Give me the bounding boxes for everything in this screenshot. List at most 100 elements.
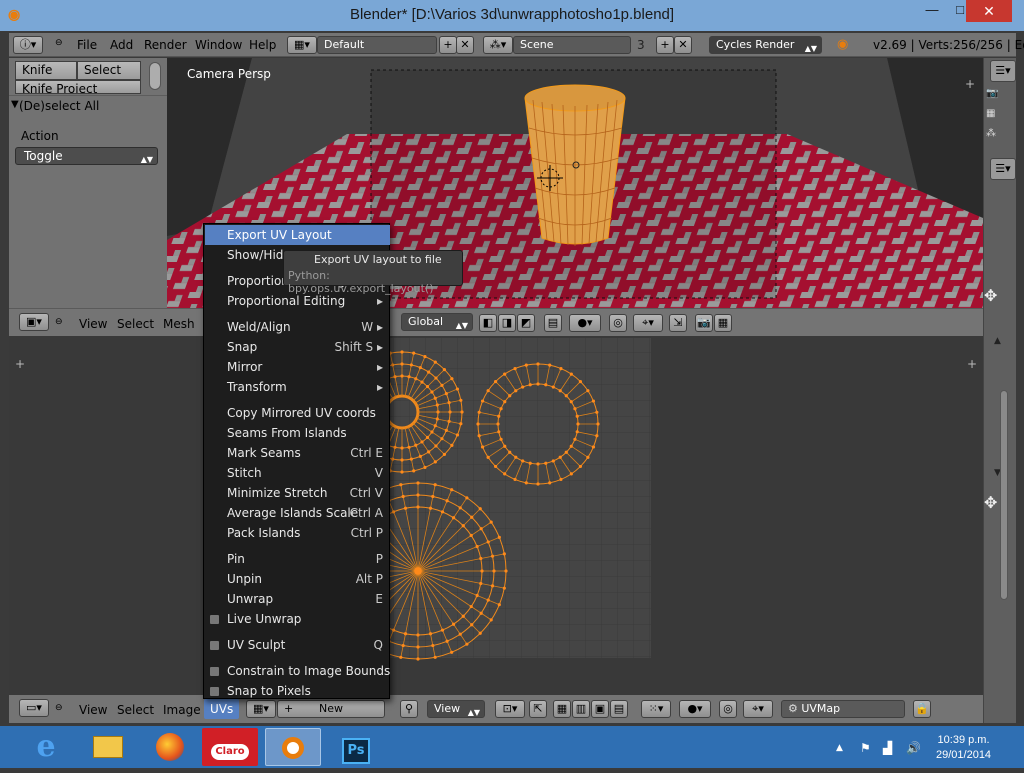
render-tab-icon[interactable]: 📷 [986, 88, 1000, 102]
menu-add[interactable]: Add [110, 38, 133, 52]
snap-target-icon[interactable]: ⇲ [669, 314, 687, 332]
close-button[interactable]: ✕ [966, 0, 1012, 22]
uvs-menu-item[interactable]: Constrain to Image Bounds [205, 661, 390, 681]
uvs-menu-item[interactable]: Snap to Pixels [205, 681, 390, 701]
uv-menu-select[interactable]: Select [117, 703, 154, 717]
firefox-icon[interactable] [142, 728, 198, 766]
checkbox-icon[interactable] [210, 687, 219, 696]
face-select-icon[interactable]: ▣ [591, 700, 609, 718]
scroll-up-icon[interactable]: ▲ [994, 336, 1001, 346]
uvs-menu-item[interactable]: Transform ▸ [205, 377, 390, 397]
show-hidden-icons[interactable]: ▲ [836, 743, 843, 753]
vertical-scrollbar[interactable] [1000, 390, 1008, 600]
action-center-icon[interactable]: ⚑ [860, 741, 871, 755]
minimize-button[interactable]: — [918, 2, 946, 24]
scene-icon[interactable]: ⁂▾ [483, 36, 513, 54]
menu-help[interactable]: Help [249, 38, 276, 52]
menu-file[interactable]: File [77, 38, 97, 52]
pivot-icon[interactable]: ⊡▾ [495, 700, 525, 718]
select-button[interactable]: Select [77, 61, 141, 80]
network-icon[interactable]: ▟ [883, 741, 892, 755]
remove-scene-icon[interactable]: ✕ [674, 36, 692, 54]
resize-handle-icon[interactable]: ✥ [984, 493, 997, 512]
orientation-select[interactable]: Global ▲▼ [401, 313, 473, 331]
edge-select-icon[interactable]: ▥ [572, 700, 590, 718]
uvs-menu-item[interactable]: Live Unwrap [205, 609, 390, 629]
checkbox-icon[interactable] [210, 667, 219, 676]
sync-selection-icon[interactable]: ⇱ [529, 700, 547, 718]
uvs-menu-item[interactable]: Average Islands Scale Ctrl A [205, 503, 390, 523]
system-clock[interactable]: 10:39 p.m. 29/01/2014 [936, 733, 991, 763]
vertex-select-icon[interactable]: ◧ [479, 314, 497, 332]
uvs-menu-item[interactable]: Unwrap E [205, 589, 390, 609]
proportional-falloff-icon[interactable]: ●▾ [679, 700, 711, 718]
limit-selection-icon[interactable]: ▤ [544, 314, 562, 332]
pivot-icon[interactable]: ●▾ [569, 314, 601, 332]
screen-layout-icon[interactable]: ▦▾ [287, 36, 317, 54]
vertex-select-icon[interactable]: ▦ [553, 700, 571, 718]
uvs-menu-item[interactable]: Mirror ▸ [205, 357, 390, 377]
uvs-menu-item[interactable]: Pin P [205, 549, 390, 569]
menu-window[interactable]: Window [195, 38, 242, 52]
image-browse-icon[interactable]: ▦▾ [246, 700, 276, 718]
lock-icon[interactable]: 🔒 [913, 700, 931, 718]
new-image-button[interactable]: + New [277, 700, 385, 718]
island-select-icon[interactable]: ▤ [610, 700, 628, 718]
snap-icon[interactable]: ⌖▾ [633, 314, 663, 332]
menu-render[interactable]: Render [144, 38, 187, 52]
uvs-menu-item[interactable]: Pack Islands Ctrl P [205, 523, 390, 543]
pin-image-icon[interactable]: ⚲ [400, 700, 418, 718]
edge-select-icon[interactable]: ◨ [498, 314, 516, 332]
knife-button[interactable]: Knife [15, 61, 77, 80]
editor-type-uv-icon[interactable]: ▭▾ [19, 699, 49, 717]
uvs-menu-item[interactable]: Export UV Layout [205, 225, 390, 245]
editor-type-3d-icon[interactable]: ▣▾ [19, 313, 49, 331]
menu-select[interactable]: Select [117, 317, 154, 331]
uvs-menu-item[interactable]: Minimize Stretch Ctrl V [205, 483, 390, 503]
uvs-menu-item[interactable]: Stitch V [205, 463, 390, 483]
editor-type-info-icon[interactable]: ⓘ▾ [13, 36, 43, 54]
remove-layout-icon[interactable]: ✕ [456, 36, 474, 54]
add-scene-icon[interactable]: + [656, 36, 674, 54]
blender-icon[interactable] [265, 728, 321, 766]
scene-field[interactable]: Scene [513, 36, 631, 54]
panel-scrollbar[interactable] [149, 62, 161, 90]
uvs-menu-item[interactable]: Unpin Alt P [205, 569, 390, 589]
render-anim-icon[interactable]: ▦ [714, 314, 732, 332]
screen-layout-field[interactable]: Default [317, 36, 437, 54]
add-layout-icon[interactable]: + [439, 36, 457, 54]
view-mode-select[interactable]: View ▲▼ [427, 700, 485, 718]
knife-project-button[interactable]: Knife Project [15, 80, 141, 94]
uvs-menu-item[interactable]: UV Sculpt Q [205, 635, 390, 655]
proportional-icon[interactable]: ◎ [609, 314, 627, 332]
resize-handle-icon[interactable]: ✥ [984, 286, 997, 305]
uvs-menu-item[interactable]: Snap Shift S ▸ [205, 337, 390, 357]
sticky-select-icon[interactable]: ⁙▾ [641, 700, 671, 718]
menu-view[interactable]: View [79, 317, 107, 331]
checkbox-icon[interactable] [210, 641, 219, 650]
uvs-menu-item[interactable]: Mark Seams Ctrl E [205, 443, 390, 463]
uvs-menu-item[interactable]: Copy Mirrored UV coords [205, 403, 390, 423]
collapse-triangle-icon[interactable]: ▼ [11, 99, 19, 110]
snap-icon[interactable]: ⌖▾ [743, 700, 773, 718]
file-explorer-icon[interactable] [80, 728, 136, 766]
render-engine-select[interactable]: Cycles Render ▲▼ [709, 36, 822, 54]
uv-menu-image[interactable]: Image [163, 703, 201, 717]
uvmap-field[interactable]: ⚙ UVMap [781, 700, 905, 718]
uvs-menu-item[interactable]: Weld/Align W ▸ [205, 317, 390, 337]
photoshop-icon[interactable]: Ps [328, 728, 384, 766]
uv-image-editor[interactable]: + + [9, 336, 983, 695]
uv-menu-uvs[interactable]: UVs [204, 699, 240, 719]
uv-menu-view[interactable]: View [79, 703, 107, 717]
volume-icon[interactable]: 🔊 [906, 741, 921, 755]
checkbox-icon[interactable] [210, 615, 219, 624]
menu-mesh[interactable]: Mesh [163, 317, 195, 331]
internet-explorer-icon[interactable]: e [18, 728, 74, 766]
outliner-editor-icon[interactable]: ☰▾ [990, 158, 1016, 180]
proportional-icon[interactable]: ◎ [719, 700, 737, 718]
action-select[interactable]: Toggle ▲▼ [15, 147, 158, 165]
properties-editor-icon[interactable]: ☰▾ [990, 60, 1016, 82]
layers-tab-icon[interactable]: ▦ [986, 108, 1000, 122]
scene-tab-icon[interactable]: ⁂ [986, 128, 1000, 142]
uvs-menu-item[interactable]: Seams From Islands [205, 423, 390, 443]
